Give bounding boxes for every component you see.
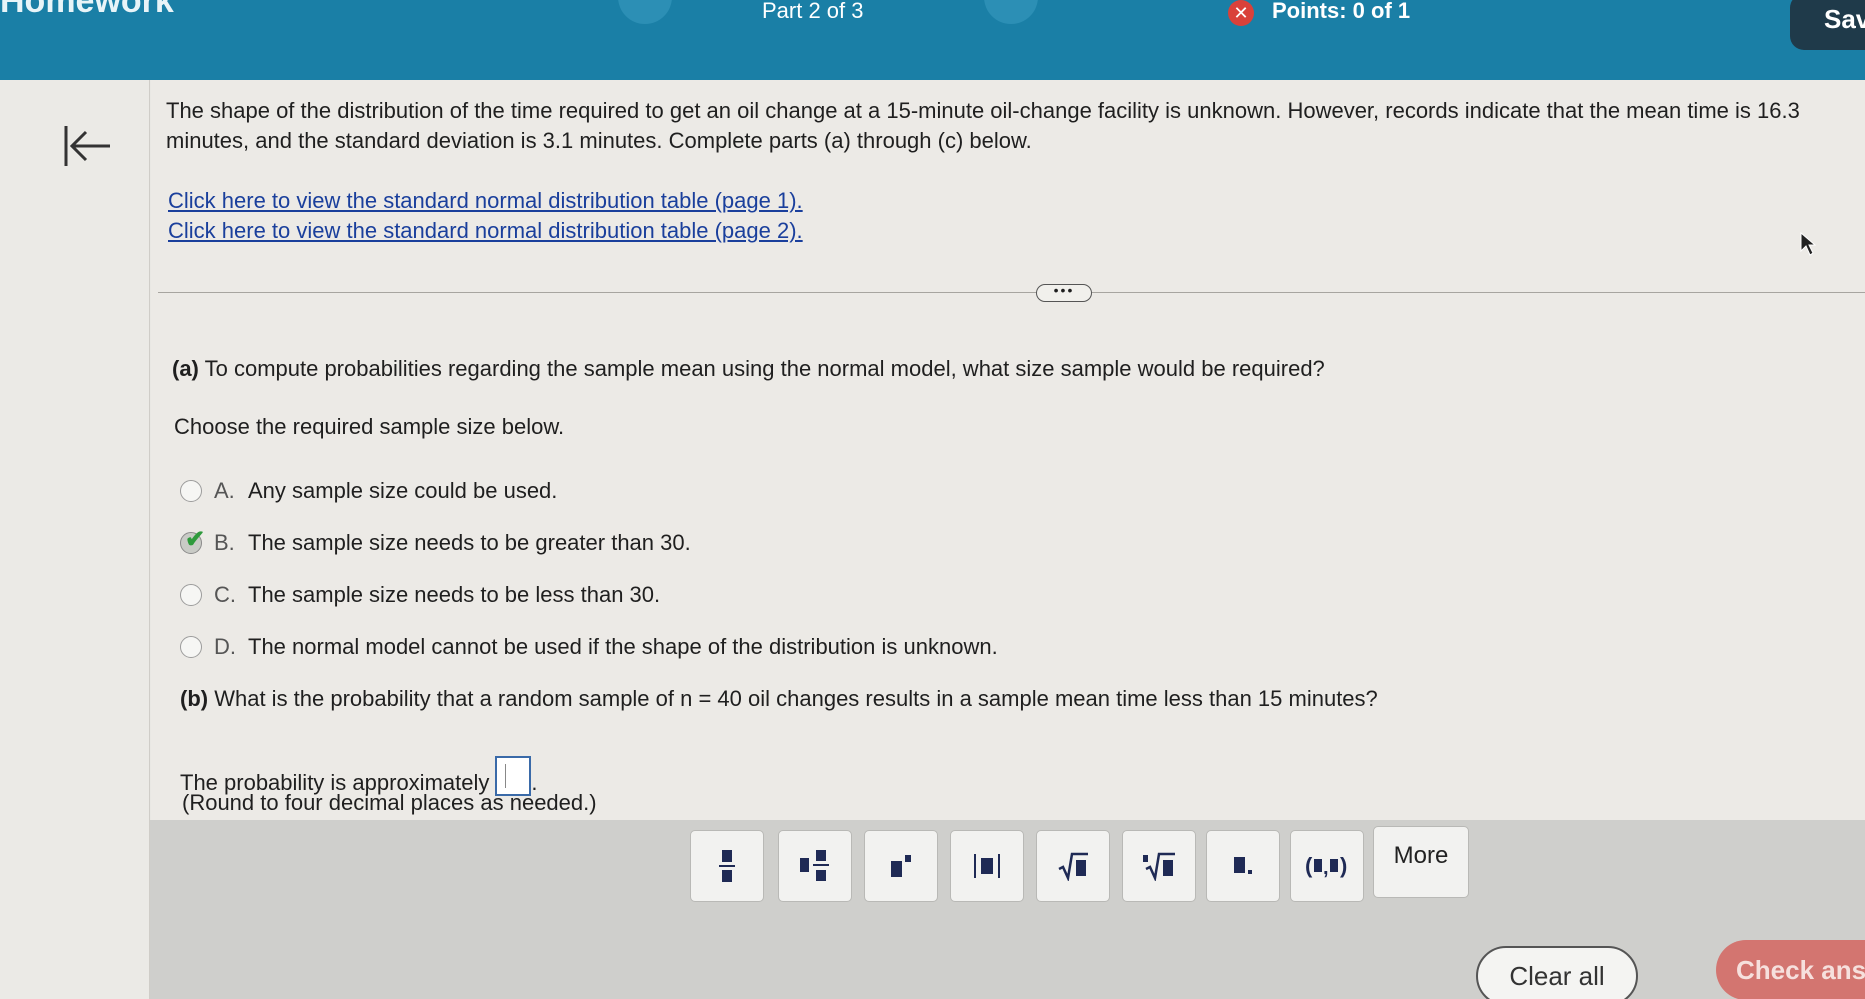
part-indicator: Part 2 of 3: [762, 0, 864, 23]
part-a-question: (a) To compute probabilities regarding t…: [172, 356, 1325, 382]
svg-text:(: (: [1305, 853, 1313, 878]
option-b[interactable]: ✔ B. The sample size needs to be greater…: [180, 526, 691, 556]
part-a-text: To compute probabilities regarding the s…: [204, 356, 1325, 381]
incorrect-icon: ✕: [1228, 0, 1254, 26]
exponent-icon[interactable]: [864, 830, 938, 902]
nav-prev-icon[interactable]: [618, 0, 672, 24]
svg-text:): ): [1340, 853, 1347, 878]
more-tools-button[interactable]: More: [1373, 826, 1469, 898]
check-answer-button[interactable]: Check ans: [1716, 940, 1865, 999]
decimal-icon[interactable]: [1206, 830, 1280, 902]
part-b-text: What is the probability that a random sa…: [214, 686, 1378, 711]
option-a-letter: A.: [214, 478, 235, 503]
part-b-label: (b): [180, 686, 209, 711]
mouse-cursor-icon: [1800, 232, 1816, 256]
option-b-letter: B.: [214, 530, 235, 555]
square-root-icon[interactable]: [1036, 830, 1110, 902]
part-b-question: (b) What is the probability that a rando…: [180, 686, 1378, 712]
nth-root-icon[interactable]: [1122, 830, 1196, 902]
option-c-text: The sample size needs to be less than 30…: [248, 582, 661, 607]
fraction-icon[interactable]: [690, 830, 764, 902]
svg-text:,: ,: [1323, 857, 1329, 879]
mixed-number-icon[interactable]: [778, 830, 852, 902]
rounding-note: (Round to four decimal places as needed.…: [182, 790, 597, 815]
option-d[interactable]: D. The normal model cannot be used if th…: [180, 634, 998, 660]
assignment-title: Homework: [0, 0, 174, 20]
radio-option-b[interactable]: ✔: [180, 526, 205, 554]
ordered-pair-icon[interactable]: (,): [1290, 830, 1364, 902]
part-a-label: (a): [172, 356, 199, 381]
option-b-text: The sample size needs to be greater than…: [248, 530, 691, 555]
save-button[interactable]: Sav: [1790, 0, 1865, 50]
clear-all-button[interactable]: Clear all: [1476, 946, 1638, 999]
nav-next-icon[interactable]: [984, 0, 1038, 24]
radio-option-a[interactable]: [180, 480, 202, 502]
section-divider: [158, 292, 1865, 293]
option-a[interactable]: A. Any sample size could be used.: [180, 478, 557, 504]
option-c-letter: C.: [214, 582, 236, 607]
normal-table-link-page-2[interactable]: Click here to view the standard normal d…: [168, 216, 803, 246]
option-d-letter: D.: [214, 634, 236, 659]
left-gutter: [0, 80, 150, 999]
collapse-back-icon[interactable]: [62, 122, 114, 170]
question-text: The shape of the distribution of the tim…: [166, 98, 1800, 153]
absolute-value-icon[interactable]: [950, 830, 1024, 902]
option-c[interactable]: C. The sample size needs to be less than…: [180, 582, 660, 608]
correct-check-icon: ✔: [185, 526, 206, 553]
expand-more-button[interactable]: •••: [1036, 283, 1092, 302]
option-d-text: The normal model cannot be used if the s…: [248, 634, 998, 659]
normal-table-link-page-1[interactable]: Click here to view the standard normal d…: [168, 186, 803, 216]
table-links: Click here to view the standard normal d…: [168, 186, 803, 246]
option-a-text: Any sample size could be used.: [248, 478, 558, 503]
radio-option-c[interactable]: [180, 584, 202, 606]
top-header-bar: Homework Part 2 of 3 ✕ Points: 0 of 1 Sa…: [0, 0, 1865, 80]
radio-option-d[interactable]: [180, 636, 202, 658]
part-a-instruction: Choose the required sample size below.: [174, 414, 565, 439]
points-display: Points: 0 of 1: [1272, 0, 1411, 23]
